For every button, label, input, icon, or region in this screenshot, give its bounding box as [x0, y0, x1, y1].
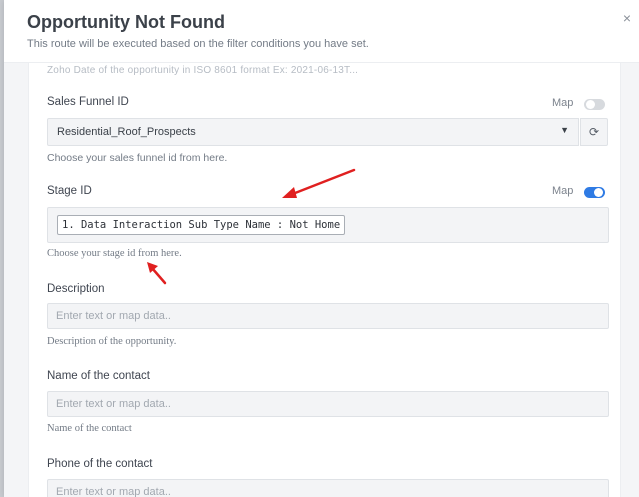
sales-funnel-map-label: Map: [552, 97, 574, 109]
fields-card: Zoho Date of the opportunity in ISO 8601…: [28, 62, 621, 497]
faded-help-text: Zoho Date of the opportunity in ISO 8601…: [47, 65, 359, 76]
route-modal: Opportunity Not Found This route will be…: [4, 0, 639, 497]
toggle-knob: [594, 188, 603, 197]
contact-name-label: Name of the contact: [47, 370, 150, 382]
contact-name-input[interactable]: Enter text or map data..: [47, 391, 609, 417]
stage-help: Choose your stage id from here.: [47, 248, 182, 259]
mapped-data-chip[interactable]: 1. Data Interaction Sub Type Name : Not …: [57, 215, 346, 235]
description-label: Description: [47, 283, 105, 295]
contact-phone-placeholder: Enter text or map data..: [56, 486, 171, 497]
toggle-knob: [586, 100, 595, 109]
sales-funnel-help: Choose your sales funnel id from here.: [47, 152, 228, 164]
refresh-button[interactable]: ⟳: [580, 118, 608, 146]
stage-mapped-field[interactable]: 1. Data Interaction Sub Type Name : Not …: [47, 207, 609, 243]
description-help: Description of the opportunity.: [47, 336, 177, 347]
contact-phone-input[interactable]: Enter text or map data..: [47, 479, 609, 497]
sales-funnel-value: Residential_Roof_Prospects: [57, 126, 196, 138]
modal-body: Zoho Date of the opportunity in ISO 8601…: [4, 62, 639, 497]
modal-header: Opportunity Not Found This route will be…: [4, 0, 639, 63]
refresh-icon: ⟳: [588, 125, 600, 139]
sales-funnel-map-toggle[interactable]: [584, 99, 605, 110]
stage-label: Stage ID: [47, 185, 92, 197]
sales-funnel-select[interactable]: Residential_Roof_Prospects ▼: [47, 118, 579, 146]
close-icon[interactable]: ×: [623, 10, 631, 26]
contact-name-help: Name of the contact: [47, 423, 132, 434]
modal-subtitle: This route will be executed based on the…: [27, 38, 369, 50]
modal-title: Opportunity Not Found: [27, 12, 225, 32]
contact-phone-label: Phone of the contact: [47, 458, 153, 470]
contact-name-placeholder: Enter text or map data..: [56, 398, 171, 410]
stage-map-toggle[interactable]: [584, 187, 605, 198]
sales-funnel-label: Sales Funnel ID: [47, 96, 129, 108]
description-input[interactable]: Enter text or map data..: [47, 303, 609, 329]
stage-map-label: Map: [552, 185, 574, 197]
caret-down-icon: ▼: [560, 125, 569, 135]
description-placeholder: Enter text or map data..: [56, 310, 171, 322]
